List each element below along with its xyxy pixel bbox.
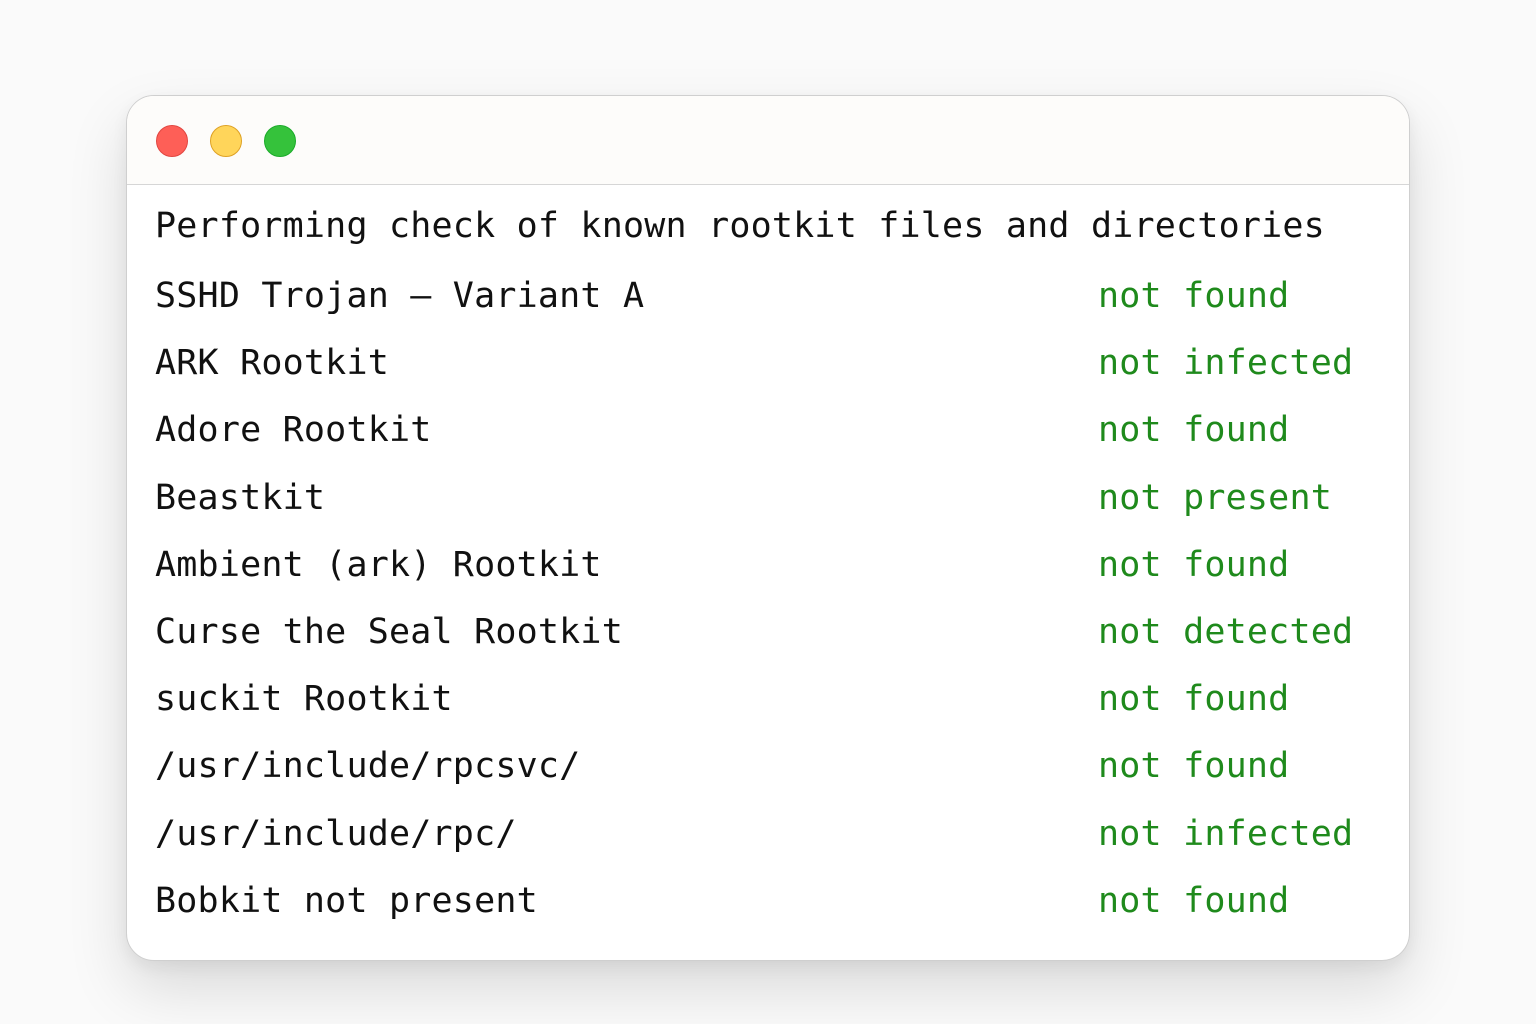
- check-status: not infected: [1098, 813, 1354, 854]
- check-name: suckit Rootkit: [155, 679, 453, 720]
- check-status: not found: [1098, 746, 1290, 787]
- result-row: SSHD Trojan – Variant A not found: [155, 276, 1381, 343]
- check-name: Adore Rootkit: [155, 410, 432, 451]
- result-row: Curse the Seal Rootkit not detected: [155, 612, 1381, 679]
- check-name: Ambient (ark) Rootkit: [155, 544, 602, 585]
- check-name: Curse the Seal Rootkit: [155, 611, 623, 652]
- check-status: not infected: [1098, 343, 1354, 384]
- result-row: /usr/include/rpc/ not infected: [155, 814, 1381, 881]
- terminal-output: Performing check of known rootkit files …: [155, 206, 1381, 948]
- result-row: Beastkit not present: [155, 478, 1381, 545]
- result-row: ARK Rootkit not infected: [155, 343, 1381, 410]
- check-name: Beastkit: [155, 477, 326, 518]
- check-status: not found: [1098, 679, 1290, 720]
- check-name: /usr/include/rpcsvc/: [155, 746, 581, 787]
- check-status: not found: [1098, 410, 1290, 451]
- check-name: /usr/include/rpc/: [155, 813, 517, 854]
- result-row: Bobkit not present not found: [155, 881, 1381, 948]
- result-row: suckit Rootkit not found: [155, 679, 1381, 746]
- result-row: Ambient (ark) Rootkit not found: [155, 545, 1381, 612]
- result-list: SSHD Trojan – Variant A not found ARK Ro…: [155, 276, 1381, 948]
- check-name: SSHD Trojan – Variant A: [155, 276, 645, 316]
- title-bar: [127, 96, 1409, 185]
- check-status: not found: [1098, 880, 1290, 921]
- result-row: Adore Rootkit not found: [155, 410, 1381, 477]
- check-name: Bobkit not present: [155, 880, 538, 921]
- output-heading: Performing check of known rootkit files …: [155, 206, 1325, 246]
- minimize-button[interactable]: [210, 125, 242, 157]
- close-button[interactable]: [156, 125, 188, 157]
- maximize-button[interactable]: [264, 125, 296, 157]
- check-status: not found: [1098, 544, 1290, 585]
- check-status: not detected: [1098, 611, 1354, 652]
- result-row: /usr/include/rpcsvc/ not found: [155, 746, 1381, 813]
- check-name: ARK Rootkit: [155, 343, 389, 384]
- terminal-window: Performing check of known rootkit files …: [126, 95, 1410, 961]
- check-status: not present: [1098, 477, 1332, 518]
- check-status: not found: [1098, 276, 1290, 316]
